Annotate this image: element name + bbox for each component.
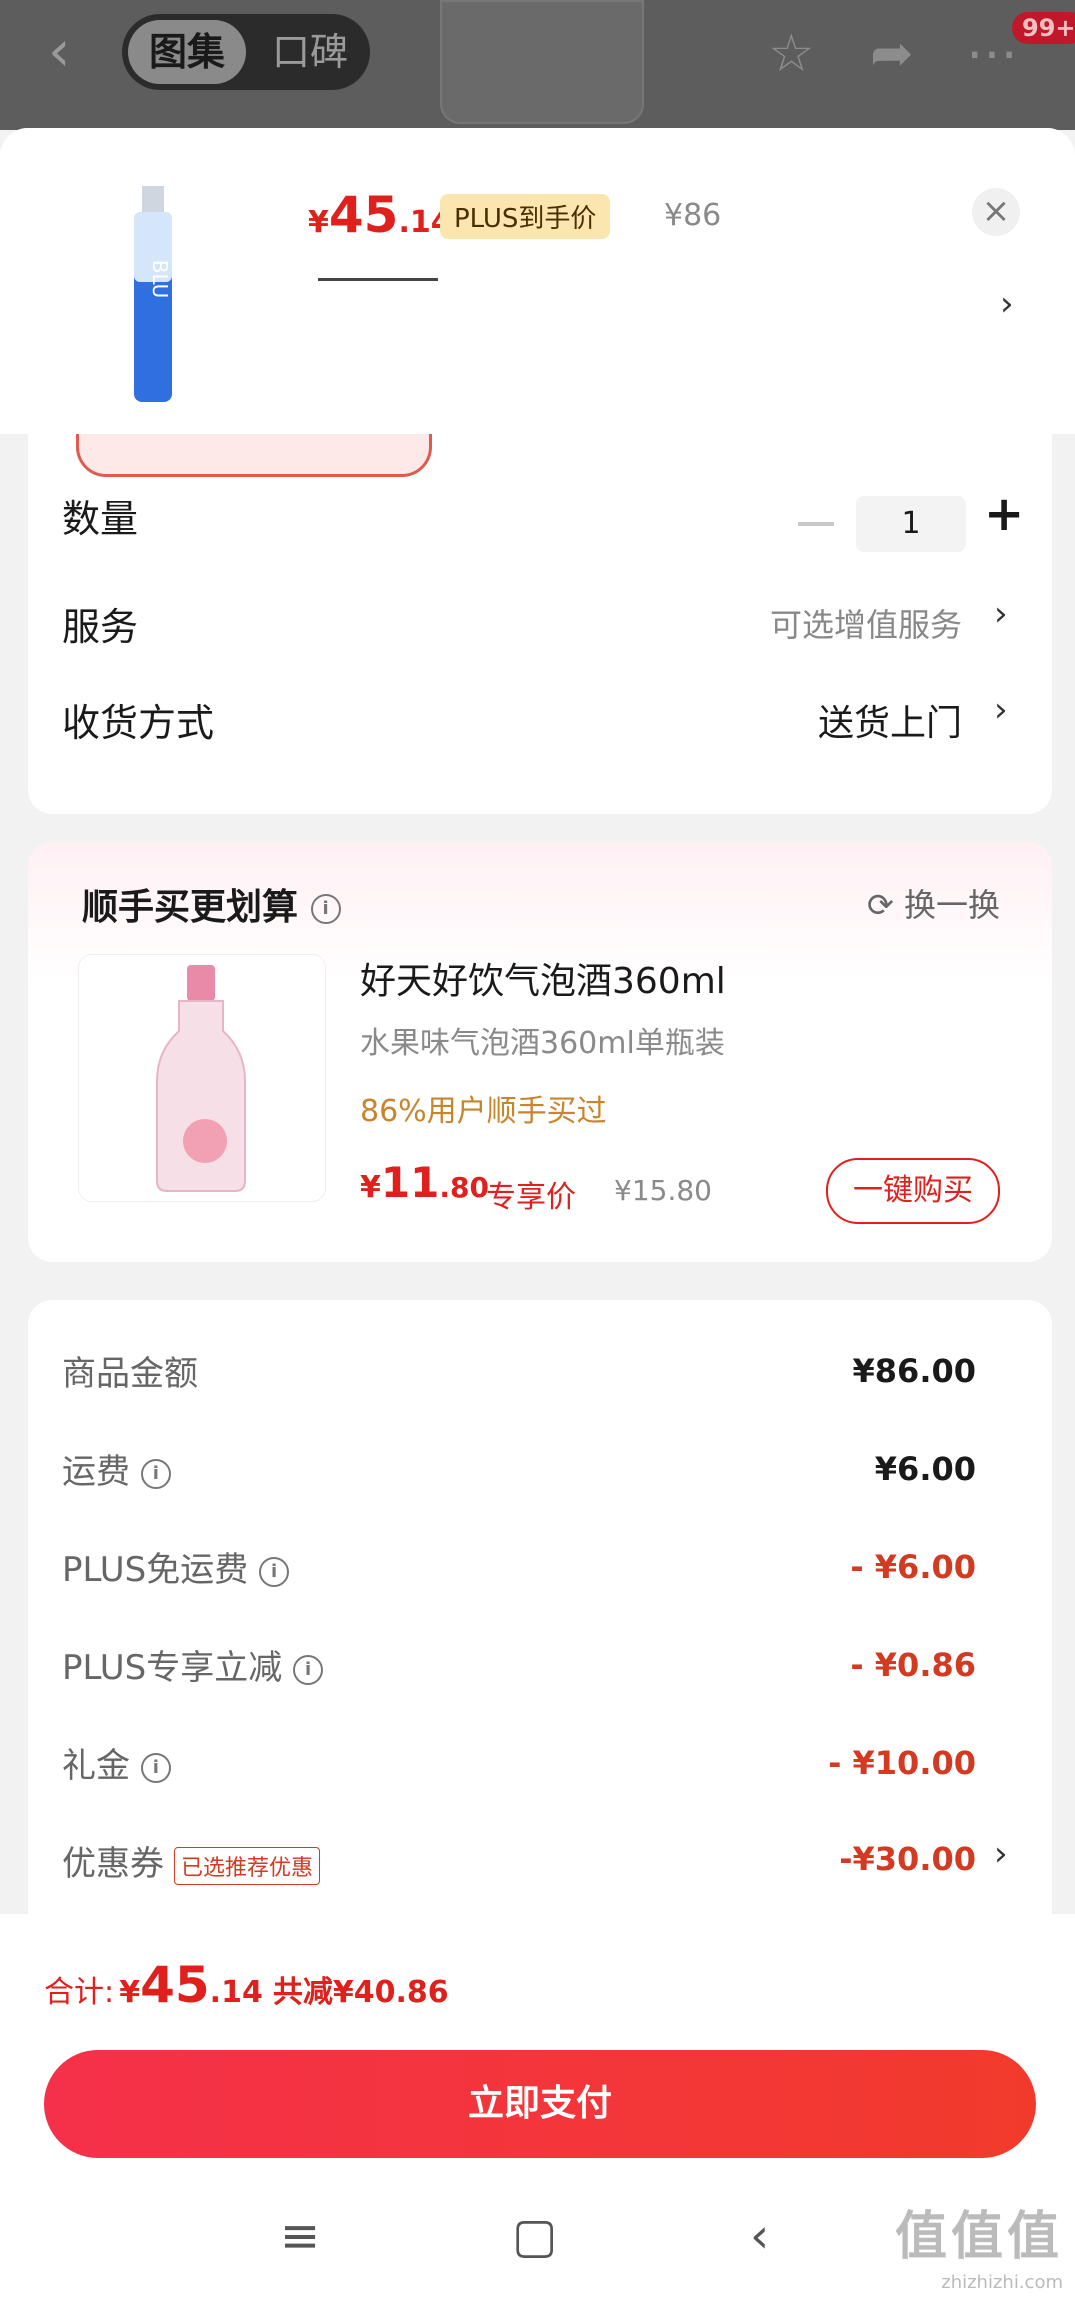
option-chip-partial[interactable]	[76, 434, 432, 477]
share-icon[interactable]: ➦	[870, 26, 914, 82]
delivery-label: 收货方式	[62, 701, 215, 745]
recommend-price: ¥11.80	[360, 1158, 489, 1207]
watermark-url: zhizhizhi.com	[941, 2272, 1063, 2293]
chevron-right-icon[interactable]: ›	[994, 1834, 1008, 1874]
product-image-background	[440, 0, 644, 124]
total-price: 合计: ¥45.14 共减¥40.86	[44, 1956, 449, 2014]
close-button[interactable]: ×	[972, 188, 1020, 236]
chevron-right-icon[interactable]: ›	[994, 690, 1008, 730]
coupon-selected-tag: 已选推荐优惠	[174, 1846, 321, 1885]
recommend-title: 顺手买更划算 i	[82, 878, 341, 930]
quantity-label: 数量	[62, 497, 139, 541]
svg-text:BLU: BLU	[148, 260, 172, 299]
info-icon[interactable]: i	[259, 1556, 290, 1587]
coupon-value[interactable]: -¥30.00	[839, 1840, 976, 1878]
service-value[interactable]: 可选增值服务	[770, 600, 962, 646]
product-header: BLU ¥45.14 PLUS到手价 ¥86 × ›	[0, 128, 1075, 434]
recommend-original-price: ¥15.80	[614, 1174, 712, 1207]
service-label: 服务	[62, 605, 139, 649]
chevron-right-icon[interactable]: ›	[1000, 284, 1014, 324]
quantity-stepper[interactable]: 1	[856, 496, 966, 552]
tab-switcher: 图集 口碑	[122, 14, 370, 90]
tab-gallery[interactable]: 图集	[128, 20, 246, 84]
product-name-partial	[318, 278, 438, 295]
notification-badge: 99+	[1012, 12, 1075, 44]
more-icon[interactable]: ⋯	[966, 26, 1018, 82]
back-icon[interactable]: ‹	[48, 24, 88, 80]
summary-label: 运费 i	[62, 1444, 171, 1493]
checkout-footer: 合计: ¥45.14 共减¥40.86 立即支付 ≡ ▢ ‹ 值值值 zhizhi…	[0, 1914, 1075, 2299]
summary-value: - ¥10.00	[828, 1744, 976, 1782]
info-icon[interactable]: i	[293, 1654, 324, 1685]
recommend-name[interactable]: 好天好饮气泡酒360ml	[360, 952, 726, 1004]
recommend-desc: 水果味气泡酒360ml单瓶装	[360, 1026, 725, 1061]
exclusive-price-tag: 专享价	[486, 1180, 576, 1215]
bottle-image: BLU	[134, 186, 172, 402]
watermark-logo: 值值值	[894, 2207, 1063, 2267]
recommend-card: 顺手买更划算 i ⟳ 换一换 好天好饮气泡酒360ml 水果味气泡酒360ml单…	[28, 842, 1052, 1262]
home-icon[interactable]: ▢	[512, 2208, 557, 2264]
summary-value: ¥6.00	[874, 1450, 976, 1488]
menu-icon[interactable]: ≡	[280, 2208, 320, 2264]
plus-price-tag: PLUS到手价	[440, 194, 611, 239]
sparkling-wine-bottle-image	[156, 965, 246, 1192]
summary-value: - ¥6.00	[850, 1548, 976, 1586]
summary-value: - ¥0.86	[850, 1646, 976, 1684]
info-icon[interactable]: i	[140, 1752, 171, 1783]
recommend-hint: 86%用户顺手买过	[360, 1094, 607, 1129]
pay-now-button[interactable]: 立即支付	[44, 2050, 1036, 2158]
quantity-minus-button[interactable]	[798, 522, 834, 526]
info-icon[interactable]: i	[310, 894, 341, 924]
product-thumbnail: BLU	[54, 184, 274, 404]
back-nav-icon[interactable]: ‹	[750, 2208, 769, 2264]
summary-label: 礼金 i	[62, 1738, 171, 1787]
star-icon[interactable]: ☆	[768, 26, 815, 82]
options-card: 数量 1 + 服务 可选增值服务 › 收货方式 送货上门 ›	[28, 434, 1052, 814]
info-icon[interactable]: i	[140, 1458, 171, 1489]
summary-value: ¥86.00	[852, 1352, 976, 1390]
delivery-value[interactable]: 送货上门	[818, 694, 962, 746]
summary-label: PLUS专享立减 i	[62, 1640, 324, 1689]
price-summary-card: 商品金额 ¥86.00 运费 i ¥6.00 PLUS免运费 i - ¥6.00…	[28, 1300, 1052, 1940]
chevron-right-icon[interactable]: ›	[994, 594, 1008, 634]
recommend-product-image[interactable]	[78, 954, 326, 1202]
quantity-plus-button[interactable]: +	[984, 486, 1024, 542]
original-price: ¥86	[664, 198, 722, 233]
summary-label: PLUS免运费 i	[62, 1542, 290, 1591]
summary-label: 商品金额	[62, 1354, 198, 1394]
product-price: ¥45.14	[308, 186, 452, 244]
coupon-row[interactable]: 优惠券 已选推荐优惠	[62, 1836, 321, 1885]
swap-button[interactable]: ⟳ 换一换	[867, 880, 1000, 926]
top-bar: ‹ 图集 口碑 ☆ ➦ ⋯ 99+	[0, 0, 1075, 130]
refresh-icon: ⟳	[867, 886, 894, 924]
purchase-sheet: BLU ¥45.14 PLUS到手价 ¥86 × › 数量 1 + 服务 可选增…	[0, 128, 1075, 2299]
tab-reviews[interactable]: 口碑	[256, 20, 364, 84]
one-click-buy-button[interactable]: 一键购买	[826, 1158, 1000, 1224]
